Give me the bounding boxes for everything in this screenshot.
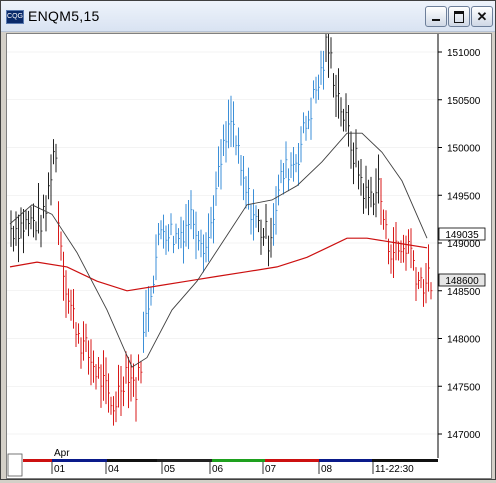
close-button[interactable]: ✕	[471, 6, 493, 27]
time-tick-label: 06	[212, 464, 224, 475]
time-axis-stripe-segment	[319, 459, 372, 462]
time-axis-stripe-segment	[212, 459, 265, 462]
price-tick-label: 151000	[447, 48, 481, 59]
price-tick-label: 150000	[447, 144, 481, 155]
price-bars	[10, 12, 433, 426]
time-axis-stripe-segment	[265, 459, 319, 462]
time-axis-scroll-box[interactable]	[7, 453, 23, 477]
price-tick-label: 147500	[447, 382, 481, 393]
time-axis-stripe-segment	[372, 459, 438, 462]
maximize-icon	[454, 11, 464, 23]
last-price-label: 148600	[445, 276, 479, 287]
window-title: ENQM5,15	[28, 8, 100, 24]
minimize-button[interactable]	[425, 6, 447, 27]
chart-area[interactable]: 151000 150500 150000 149500 149000 148500 1480…	[6, 12, 492, 479]
time-tick-label: 05	[164, 464, 176, 475]
ma-value-label: 149035	[445, 230, 479, 241]
time-axis: Apr 01 04 05 06 07 08 11-22:30	[7, 448, 438, 477]
time-axis-stripe-segment	[23, 459, 52, 462]
price-tick-label: 148000	[447, 335, 481, 346]
price-tick-label: 148500	[447, 287, 481, 298]
time-tick-label: 08	[321, 464, 333, 475]
maximize-button[interactable]	[448, 6, 470, 27]
title-bar[interactable]: CQG ENQM5,15 ✕	[1, 1, 495, 32]
time-tick-label: 04	[108, 464, 120, 475]
time-axis-color-stripe	[23, 459, 438, 462]
price-tick-label: 150500	[447, 96, 481, 107]
chart-window: CQG ENQM5,15 ✕ 151000 150500 150000 149500 1…	[0, 0, 496, 480]
price-tick-label: 149500	[447, 191, 481, 202]
time-tick-label: 07	[265, 464, 277, 475]
time-tick-label: 01	[54, 464, 66, 475]
close-icon: ✕	[476, 9, 488, 24]
time-axis-month-label: Apr	[54, 448, 70, 459]
time-tick-label: 11-22:30	[375, 464, 414, 475]
minimize-icon	[432, 19, 440, 21]
time-axis-stripe-segment	[52, 459, 107, 462]
cqg-app-icon: CQG	[6, 10, 24, 24]
time-axis-stripe-segment	[107, 459, 157, 462]
price-chart[interactable]: 1510001505001500001495001490001485001480…	[7, 12, 491, 478]
price-tick-label: 147000	[447, 430, 481, 441]
time-axis-stripe-segment	[157, 459, 212, 462]
price-axis: 1510001505001500001495001490001485001480…	[438, 48, 481, 441]
